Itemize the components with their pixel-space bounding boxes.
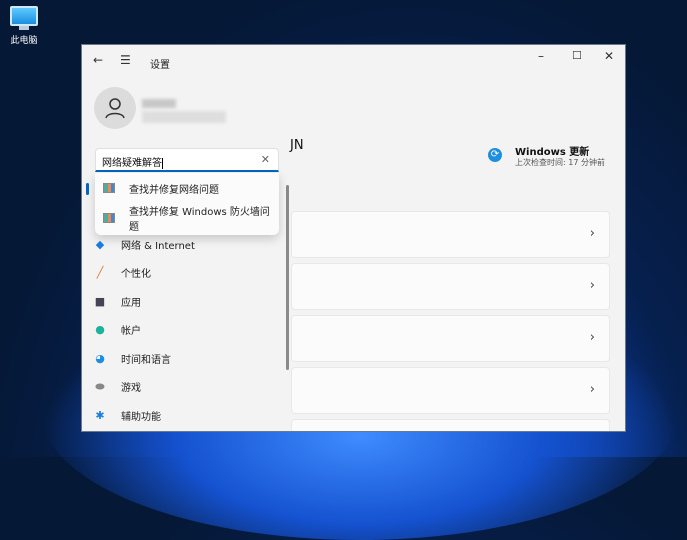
apps-icon: ■: [94, 294, 106, 308]
minimize-button[interactable]: –: [538, 49, 544, 63]
suggestion-item[interactable]: 查找并修复 Windows 防火墙问题: [95, 203, 279, 233]
desktop-icon-this-pc[interactable]: 此电脑: [6, 6, 42, 46]
search-suggestions: 查找并修复网络问题 查找并修复 Windows 防火墙问题: [95, 173, 279, 235]
window-title: 设置: [150, 60, 170, 71]
firewall-icon: [103, 213, 115, 223]
redacted-email: [142, 111, 226, 123]
settings-window: ← ☰ 设置 – ☐ ✕ JN 网络疑难解答 ✕ 查找并修复网络问题 查找并修复…: [81, 44, 626, 432]
settings-card[interactable]: ›: [291, 315, 610, 362]
sidebar-item-time-language[interactable]: ◕ 时间和语言: [82, 344, 290, 373]
chevron-right-icon: ›: [589, 226, 595, 241]
clear-search-icon[interactable]: ✕: [261, 153, 270, 166]
sidebar-item-label: 辅助功能: [121, 411, 161, 423]
back-icon[interactable]: ←: [93, 53, 103, 67]
update-title: Windows 更新: [515, 147, 590, 158]
suggestion-item[interactable]: 查找并修复网络问题: [95, 173, 279, 203]
settings-card[interactable]: [291, 419, 610, 431]
sidebar-item-label: 应用: [121, 297, 141, 309]
sidebar-item-personalization[interactable]: ╱ 个性化: [82, 259, 290, 288]
sidebar-item-label: 网络 & Internet: [121, 240, 195, 252]
sidebar-item-label: 时间和语言: [121, 354, 171, 366]
monitor-icon: [10, 6, 38, 26]
sidebar-scrollbar[interactable]: [286, 185, 289, 370]
accessibility-icon: ✱: [95, 408, 105, 422]
device-name: JN: [290, 138, 304, 153]
avatar[interactable]: [94, 87, 136, 129]
chevron-right-icon: ›: [589, 278, 595, 293]
maximize-button[interactable]: ☐: [572, 49, 582, 62]
chevron-right-icon: ›: [589, 330, 595, 345]
selection-indicator: [86, 183, 89, 195]
update-subtitle: 上次检查时间: 17 分钟前: [515, 158, 605, 167]
desktop-icon-label: 此电脑: [10, 36, 38, 46]
sidebar-item-gaming[interactable]: ⬬ 游戏: [82, 373, 290, 402]
close-button[interactable]: ✕: [604, 49, 614, 63]
sidebar-item-label: 游戏: [121, 383, 141, 395]
sidebar-item-accessibility[interactable]: ✱ 辅助功能: [82, 401, 290, 430]
brush-icon: ╱: [96, 266, 104, 280]
settings-card[interactable]: ›: [291, 367, 610, 414]
person-icon: [105, 98, 125, 119]
chevron-right-icon: ›: [589, 382, 595, 397]
menu-icon[interactable]: ☰: [120, 53, 131, 67]
wifi-icon: ◆: [95, 237, 105, 251]
person-icon: ●: [95, 323, 105, 337]
sidebar-item-label: 个性化: [121, 269, 151, 281]
search-input[interactable]: 网络疑难解答 ✕: [95, 148, 279, 172]
settings-card[interactable]: ›: [291, 211, 610, 258]
settings-card[interactable]: ›: [291, 263, 610, 310]
troubleshoot-icon: [103, 183, 115, 193]
suggestion-label: 查找并修复 Windows 防火墙问题: [128, 207, 270, 233]
sidebar-item-apps[interactable]: ■ 应用: [82, 287, 290, 316]
gamepad-icon: ⬬: [95, 379, 105, 393]
sidebar-nav: ◆ 网络 & Internet ╱ 个性化 ■ 应用 ● 帐户 ◕ 时间和语言 ⬬ 游戏 ✱…: [82, 230, 290, 431]
suggestion-label: 查找并修复网络问题: [129, 184, 219, 196]
sidebar-item-accounts[interactable]: ● 帐户: [82, 316, 290, 345]
update-sync-icon: ⟳: [488, 148, 502, 162]
globe-clock-icon: ◕: [95, 351, 105, 365]
sidebar-item-label: 帐户: [121, 326, 141, 338]
search-value: 网络疑难解答: [102, 158, 162, 169]
title-bar: ← ☰ 设置 – ☐ ✕: [82, 45, 625, 77]
redacted-username: [142, 99, 176, 108]
